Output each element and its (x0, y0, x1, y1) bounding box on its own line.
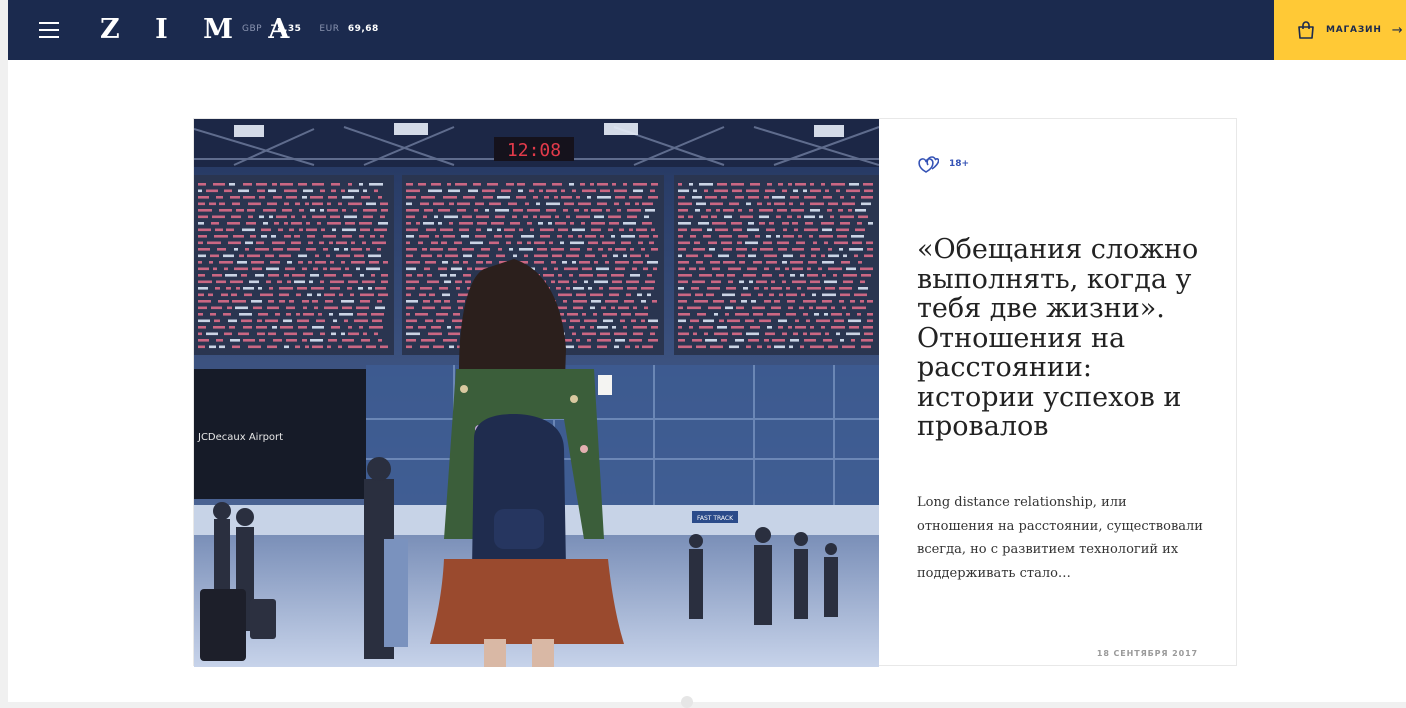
article-tag[interactable]: 18+ (917, 155, 969, 173)
board-clock: 12:08 (507, 140, 561, 161)
hearts-icon (918, 156, 939, 173)
arrow-right-icon: → (1391, 22, 1403, 38)
pagination-dot[interactable] (681, 696, 693, 708)
shop-button[interactable]: МАГАЗИН → (1274, 0, 1406, 60)
rate-eur: EUR 69,68 (319, 24, 378, 34)
site-header: Z I M A GBP 78,35 EUR 69,68 МАГАЗИН → (8, 0, 1406, 60)
airport-scene-illustration: 12:08 JCDecaux Airport FAST TRACK (194, 119, 879, 667)
ad-text: JCDecaux Airport (197, 432, 283, 443)
rate-value: 78,35 (270, 24, 302, 34)
rate-gbp: GBP 78,35 (242, 24, 301, 34)
hamburger-icon[interactable] (39, 22, 59, 38)
article-date: 18 СЕНТЯБРЯ 2017 (1096, 649, 1198, 658)
article-excerpt: Long distance relationship, или отношени… (917, 495, 1203, 581)
article-image[interactable]: 12:08 JCDecaux Airport FAST TRACK (194, 119, 879, 667)
article-headline[interactable]: «Обещания сложно выполнять, когда у тебя… (917, 235, 1217, 442)
rate-value: 69,68 (347, 24, 379, 34)
shop-label: МАГАЗИН (1326, 25, 1382, 35)
sign-text: FAST TRACK (697, 515, 734, 522)
tag-label: 18+ (949, 159, 970, 169)
article-content: 18+ «Обещания сложно выполнять, когда у … (879, 119, 1236, 665)
currency-rates: GBP 78,35 EUR 69,68 (242, 24, 379, 34)
rate-code: EUR (319, 24, 340, 34)
shopping-bag-icon (1298, 21, 1314, 39)
rate-code: GBP (242, 24, 263, 34)
featured-article-card[interactable]: 12:08 JCDecaux Airport FAST TRACK 18+ «О… (193, 118, 1237, 667)
